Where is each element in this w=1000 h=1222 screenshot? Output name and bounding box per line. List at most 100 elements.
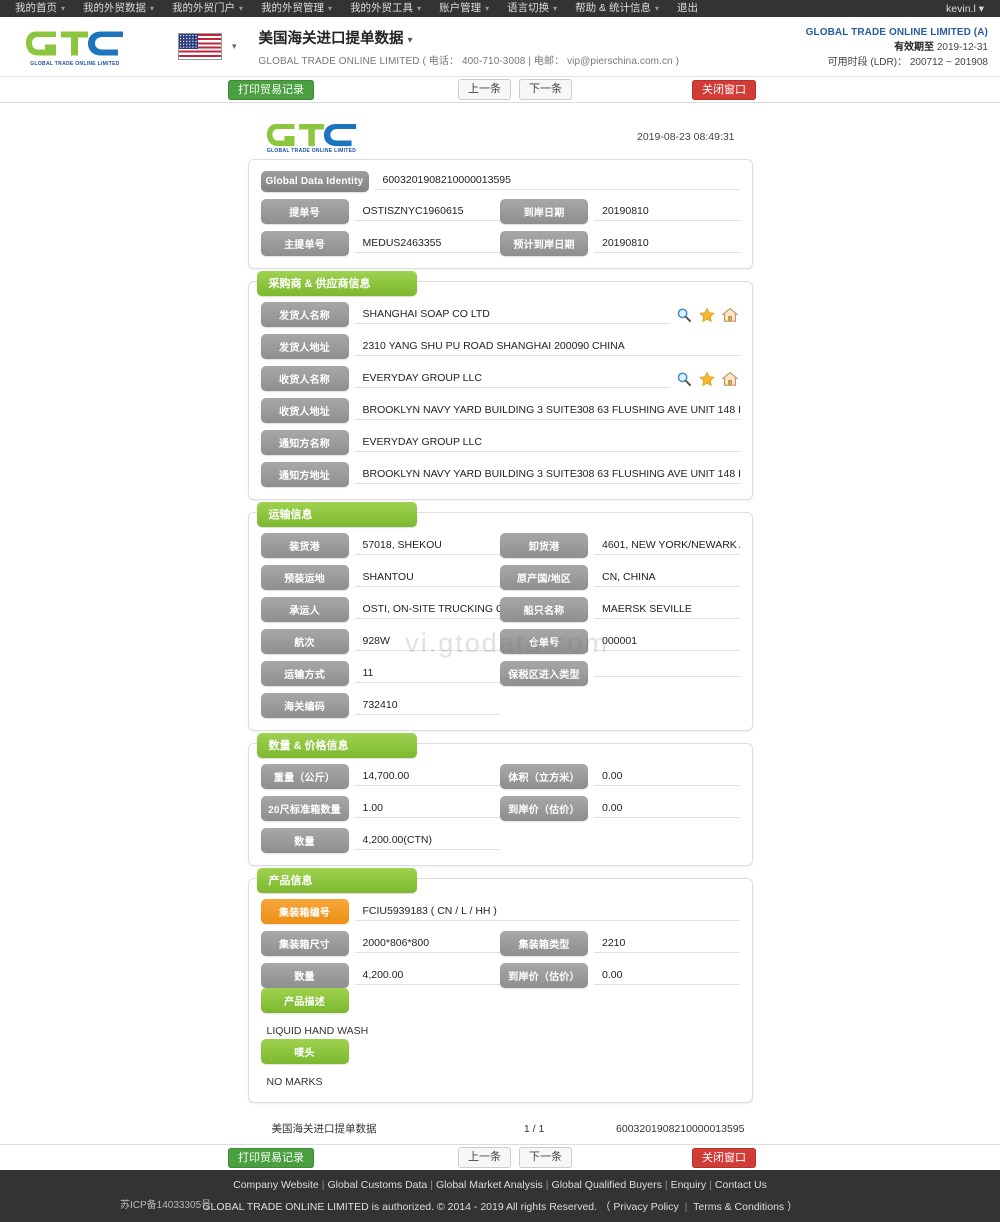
nav-item-3[interactable]: 我的外贸管理 ▾ <box>252 0 341 17</box>
field-value: 57018, SHEKOU <box>354 537 500 555</box>
field-label: 20尺标准箱数量 <box>260 796 349 821</box>
search-icon[interactable] <box>676 307 692 323</box>
field-label: 原产国/地区 <box>500 565 588 590</box>
label-global-data-identity: Global Data Identity <box>260 170 369 192</box>
field-right: 船只名称 MAERSK SEVILLE <box>500 597 740 622</box>
table-row: 航次 928W 仓单号 000001 <box>260 629 740 654</box>
home-icon[interactable] <box>721 371 738 387</box>
nav-item-label: 我的外贸工具 <box>350 2 414 14</box>
privacy-policy-link[interactable]: Privacy Policy <box>613 1201 678 1213</box>
nav-item-5[interactable]: 账户管理 ▾ <box>430 0 498 17</box>
nav-item-0[interactable]: 我的首页 ▾ <box>6 0 74 17</box>
field-label: 发货人名称 <box>260 302 349 327</box>
account-info-block: GLOBAL TRADE ONLINE LIMITED (A) 有效期至 201… <box>806 25 988 70</box>
terms-conditions-link[interactable]: Terms & Conditions <box>693 1201 784 1213</box>
flag-canton <box>179 34 198 49</box>
nav-item-2[interactable]: 我的外贸门户 ▾ <box>163 0 252 17</box>
field-label: 卸货港 <box>500 533 588 558</box>
field-left: 数量 4,200.00 <box>260 963 500 988</box>
footer-link-1[interactable]: Global Customs Data <box>327 1179 427 1191</box>
account-name: GLOBAL TRADE ONLINE LIMITED (A) <box>805 27 988 38</box>
footer-link-4[interactable]: Enquiry <box>671 1179 707 1191</box>
copyright-text: GLOBAL TRADE ONLINE LIMITED is authorize… <box>202 1200 598 1213</box>
table-row: 集装箱尺寸 2000*806*800 集装箱类型 2210 <box>260 931 740 956</box>
close-window-button[interactable]: 关闭窗口 <box>692 80 756 100</box>
search-icon[interactable] <box>676 371 692 387</box>
field-value: SHANTOU <box>354 569 500 587</box>
legal-separator: | <box>684 1200 688 1213</box>
field-full: 通知方名称 EVERYDAY GROUP LLC <box>260 430 740 455</box>
nav-item-4[interactable]: 我的外贸工具 ▾ <box>341 0 430 17</box>
field-left: 主提单号 MEDUS2463355 <box>260 231 500 256</box>
field-value: 928W <box>354 633 500 651</box>
nav-item-8[interactable]: 退出 <box>668 0 707 17</box>
row-global-data-identity: Global Data Identity 6003201908210000013… <box>260 170 740 192</box>
field-value: 2000*806*800 <box>354 935 500 953</box>
field-value: 4,200.00 <box>354 967 500 985</box>
card-footer-page: 1 / 1 <box>523 1122 545 1135</box>
home-icon[interactable] <box>721 307 738 323</box>
field-full: 发货人地址 2310 YANG SHU PU ROAD SHANGHAI 2000… <box>260 334 740 359</box>
next-record-button[interactable]: 下一条 <box>519 79 572 100</box>
field-label: 到岸价（估价） <box>500 796 588 821</box>
print-record-button-bottom[interactable]: 打印贸易记录 <box>228 1148 314 1168</box>
transport-rows: 装货港 57018, SHEKOU 卸货港 4601, NEW YORK/NEWARK… <box>260 533 740 718</box>
table-row: 20尺标准箱数量 1.00 到岸价（估价） 0.00 <box>260 796 740 821</box>
next-record-button-bottom[interactable]: 下一条 <box>519 1147 572 1168</box>
gto-logo-icon: GLOBAL TRADE ONLINE LIMITED <box>25 26 125 68</box>
field-label: 发货人地址 <box>260 334 349 359</box>
chevron-down-icon: ▾ <box>978 2 984 15</box>
field-value: 14,700.00 <box>354 768 500 786</box>
chevron-down-icon: ▾ <box>485 4 490 13</box>
table-row: 发货人地址 2310 YANG SHU PU ROAD SHANGHAI 2000… <box>260 334 740 359</box>
close-window-button-bottom[interactable]: 关闭窗口 <box>692 1148 756 1168</box>
table-row: 数量 4,200.00(CTN) <box>260 828 740 853</box>
field-value: EVERYDAY GROUP LLC <box>354 434 740 452</box>
field-label: 仓单号 <box>500 629 588 654</box>
buyer-supplier-panel: 采购商 & 供应商信息 发货人名称 SHANGHAI SOAP CO LTD 发货人… <box>247 271 753 500</box>
footer-link-separator: | <box>709 1178 712 1191</box>
field-value: 000001 <box>594 633 740 651</box>
star-icon[interactable] <box>698 370 715 387</box>
field-left: 承运人 OSTI, ON-SITE TRUCKING CO <box>260 597 500 622</box>
field-value: 2310 YANG SHU PU ROAD SHANGHAI 200090 CH… <box>354 338 740 356</box>
section-title-quantity-price: 数量 & 价格信息 <box>256 733 417 758</box>
toolbar-bottom-right: 关闭窗口 <box>692 1148 756 1168</box>
field-left: 提单号 OSTISZNYC1960615 <box>260 199 500 224</box>
footer-link-5[interactable]: Contact Us <box>715 1179 767 1191</box>
nav-item-1[interactable]: 我的外贸数据 ▾ <box>74 0 163 17</box>
chevron-down-icon: ▾ <box>239 4 244 13</box>
footer-link-3[interactable]: Global Qualified Buyers <box>552 1179 662 1191</box>
table-row: 重量（公斤） 14,700.00 体积（立方米） 0.00 <box>260 764 740 789</box>
previous-record-button-bottom[interactable]: 上一条 <box>458 1147 511 1168</box>
basic-info-panel: Global Data Identity 6003201908210000013… <box>247 159 753 269</box>
chevron-down-icon: ▾ <box>553 4 558 13</box>
star-icon[interactable] <box>698 306 715 323</box>
field-value <box>594 671 740 677</box>
brand-logo-wrapper[interactable]: GLOBAL TRADE ONLINE LIMITED <box>0 26 150 68</box>
footer-link-0[interactable]: Company Website <box>233 1179 319 1191</box>
footer-link-separator: | <box>545 1178 549 1191</box>
nav-item-label: 我的外贸门户 <box>172 2 236 14</box>
field-value: BROOKLYN NAVY YARD BUILDING 3 SUITE308 6… <box>354 402 740 420</box>
previous-record-button[interactable]: 上一条 <box>458 79 511 100</box>
footer-link-2[interactable]: Global Market Analysis <box>436 1179 543 1191</box>
field-value: 20190810 <box>594 235 740 253</box>
table-row: 收货人地址 BROOKLYN NAVY YARD BUILDING 3 SUITE… <box>260 398 740 423</box>
table-row: 海关编码 732410 <box>260 693 740 718</box>
nav-item-7[interactable]: 帮助 & 统计信息 ▾ <box>566 0 668 17</box>
card-footer-title: 美国海关进口提单数据 <box>271 1123 377 1135</box>
field-label: 集装箱尺寸 <box>260 931 349 956</box>
legal-close-paren: ） <box>787 1200 798 1213</box>
field-value: EVERYDAY GROUP LLC <box>354 370 670 388</box>
page-title[interactable]: 美国海关进口提单数据 ▾ <box>259 27 679 48</box>
buyer-supplier-rows: 发货人名称 SHANGHAI SOAP CO LTD 发货人地址 2310 YANG … <box>260 302 740 487</box>
top-navigation-bar: 我的首页 ▾ 我的外贸数据 ▾ 我的外贸门户 ▾ 我的外贸管理 ▾ 我的外贸工具 ▾ 账户管理 ▾ 语言… <box>0 0 1000 17</box>
table-row: 发货人名称 SHANGHAI SOAP CO LTD <box>260 302 740 327</box>
print-record-button[interactable]: 打印贸易记录 <box>228 80 314 100</box>
nav-item-6[interactable]: 语言切换 ▾ <box>498 0 566 17</box>
field-left: 20尺标准箱数量 1.00 <box>260 796 500 821</box>
country-selector[interactable]: ▾ <box>178 33 237 60</box>
card-footer-identity: 6003201908210000013595 <box>616 1122 745 1135</box>
user-menu[interactable]: kevin.l ▾ <box>936 3 994 15</box>
